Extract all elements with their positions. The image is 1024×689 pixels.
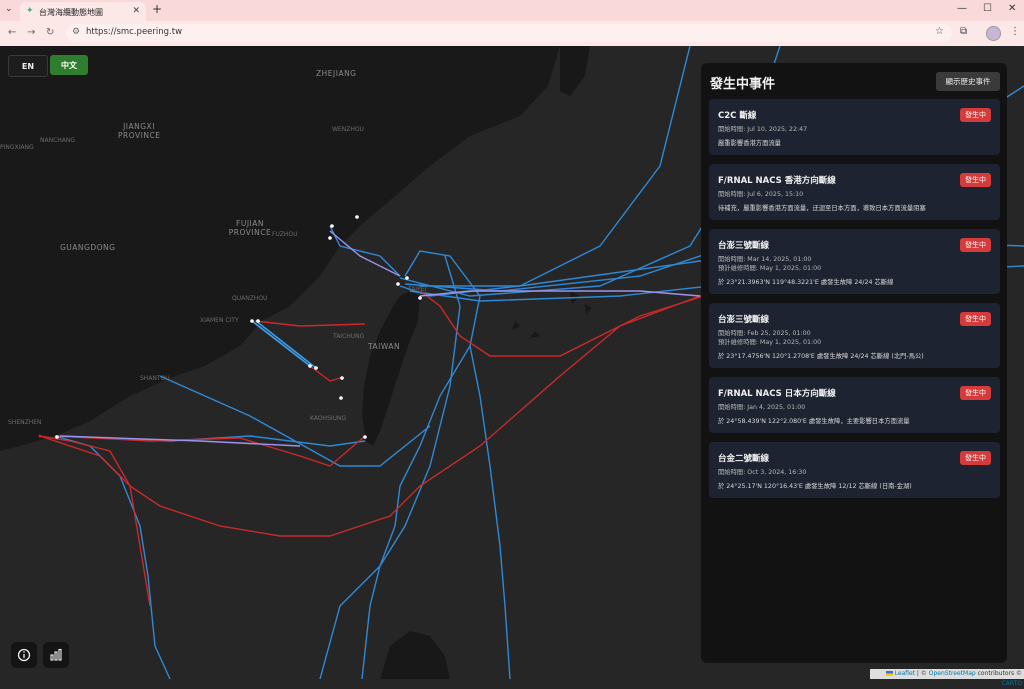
minimize-icon[interactable]: — [957,3,967,14]
label-shenzhen: SHENZHEN [8,419,42,426]
event-card[interactable]: F/RNAL NACS 香港方向斷線 發生中 開始時間: Jul 6, 2025… [709,164,1000,220]
site-favicon-icon: ✦ [26,6,34,16]
event-desc: 於 24°58.439'N 122°2.080'E 處發生故障，主要影響日本方面… [718,418,910,425]
events-panel: 發生中事件 顯示歷史事件 C2C 斷線 發生中 開始時間: Jul 10, 20… [701,63,1007,663]
leaflet-link[interactable]: Leaflet [895,670,915,677]
tab-close-icon[interactable]: ✕ [132,6,140,16]
status-badge: 發生中 [960,451,991,465]
browser-tab-strip: ⌄ ✦ 台灣海纜動態地圖 ✕ + — ☐ ✕ [0,0,1024,21]
event-desc: 於 24°25.17'N 120°16.43'E 處發生故障 12/12 芯斷線… [718,483,912,490]
profile-avatar[interactable] [986,26,1001,41]
forward-icon[interactable]: → [27,27,35,38]
address-bar[interactable]: ⚙ https://smc.peering.tw ☆ [66,24,952,42]
event-desc: 於 23°17.4756'N 120°1.2708'E 處發生故障 24/24 … [718,353,924,360]
reload-icon[interactable]: ↻ [46,27,54,38]
lang-en-button[interactable]: EN [8,55,48,77]
label-fujian: FUJIAN PROVINCE [228,219,272,237]
status-badge: 發生中 [960,108,991,122]
event-start: 開始時間: Mar 14, 2025, 01:00 [718,256,812,263]
label-wenzhou: WENZHOU [332,126,364,133]
tab-search-icon[interactable]: ⌄ [5,4,13,14]
browser-tab[interactable]: ✦ 台灣海纜動態地圖 ✕ [20,2,146,21]
info-icon [17,648,31,662]
stats-button[interactable] [43,642,69,668]
label-xiamen: XIAMEN CITY [200,317,239,324]
event-title: 台澎三號斷線 [718,241,770,251]
event-repair: 預計維修時間: May 1, 2025, 01:00 [718,339,822,346]
ukraine-flag-icon [885,671,893,676]
label-taipei: TAIPEI [408,286,427,293]
event-title: C2C 斷線 [718,111,757,121]
event-start: 開始時間: Feb 25, 2025, 01:00 [718,330,811,337]
label-guangdong: GUANGDONG [60,243,116,252]
tab-title: 台灣海纜動態地圖 [39,8,103,17]
status-badge: 發生中 [960,312,991,326]
event-title: 台金二號斷線 [718,454,770,464]
extensions-icon[interactable]: ⧉ [960,26,967,37]
panel-title: 發生中事件 [710,77,776,92]
event-card[interactable]: 台澎三號斷線 發生中 開始時間: Feb 25, 2025, 01:00 預計維… [709,303,1000,368]
label-taichung: TAICHUNG [333,333,365,340]
map-attribution: Leaflet | © OpenStreetMap contributors ©… [870,669,1024,687]
event-card[interactable]: C2C 斷線 發生中 開始時間: Jul 10, 2025, 22:47 嚴重影… [709,99,1000,155]
maximize-icon[interactable]: ☐ [983,3,992,14]
event-desc: 嚴重影響香港方面流量 [718,140,781,147]
event-card[interactable]: 台金二號斷線 發生中 開始時間: Oct 3, 2024, 16:30 於 24… [709,442,1000,498]
event-start: 開始時間: Jul 6, 2025, 15:10 [718,191,804,198]
philippines-landmass [380,631,450,679]
event-title: F/RNAL NACS 香港方向斷線 [718,176,836,186]
label-nanchang: NANCHANG [40,137,76,144]
attribution-mid: contributors © [975,670,1022,677]
japan-landmass [560,46,590,96]
event-start: 開始時間: Jul 10, 2025, 22:47 [718,126,808,133]
taiwan-landmass [362,291,420,446]
browser-toolbar: ← → ↻ ⚙ https://smc.peering.tw ☆ ⧉ ⋮ [0,21,1024,46]
label-pingxiang: PINGXIANG [0,144,34,151]
event-desc: 於 23°21.3963'N 119°48.3221'E 處發生故障 24/24… [718,279,894,286]
event-title: 台澎三號斷線 [718,315,770,325]
label-kaohsiung: KAOHSIUNG [310,415,347,422]
label-jiangxi: JIANGXI PROVINCE [118,122,161,140]
close-window-icon[interactable]: ✕ [1008,3,1016,14]
lang-zh-button[interactable]: 中文 [50,55,88,75]
event-start: 開始時間: Jan 4, 2025, 01:00 [718,404,806,411]
info-button[interactable] [11,642,37,668]
menu-kebab-icon[interactable]: ⋮ [1010,26,1020,37]
osm-link[interactable]: OpenStreetMap [929,670,976,677]
attribution-sep: | © [915,670,929,677]
bar-chart-icon [50,648,62,661]
show-history-button[interactable]: 顯示歷史事件 [936,72,1000,91]
status-badge: 發生中 [960,173,991,187]
url-text: https://smc.peering.tw [86,27,183,37]
event-card[interactable]: F/RNAL NACS 日本方向斷線 發生中 開始時間: Jan 4, 2025… [709,377,1000,433]
label-taiwan: TAIWAN [368,342,401,351]
event-start: 開始時間: Oct 3, 2024, 16:30 [718,469,807,476]
event-desc: 待補充，嚴重影響香港方面流量，迂迴至日本方面，導致日本方面流量阻塞 [718,205,926,212]
status-badge: 發生中 [960,238,991,252]
label-quanzhou: QUANZHOU [232,295,268,302]
site-info-icon[interactable]: ⚙ [72,27,80,37]
event-card[interactable]: 台澎三號斷線 發生中 開始時間: Mar 14, 2025, 01:00 預計維… [709,229,1000,294]
carto-link[interactable]: CARTO [1002,680,1022,687]
bookmark-star-icon[interactable]: ☆ [935,26,944,37]
label-zhejiang: ZHEJIANG [316,69,357,78]
back-icon[interactable]: ← [8,27,16,38]
label-fuzhou: FUZHOU [272,231,298,238]
cables-xiamen-penghu [251,320,317,369]
event-repair: 預計維修時間: May 1, 2025, 01:00 [718,265,822,272]
new-tab-icon[interactable]: + [152,2,162,16]
status-badge: 發生中 [960,386,991,400]
label-shantou: SHANTOU [140,375,170,382]
event-title: F/RNAL NACS 日本方向斷線 [718,389,836,399]
